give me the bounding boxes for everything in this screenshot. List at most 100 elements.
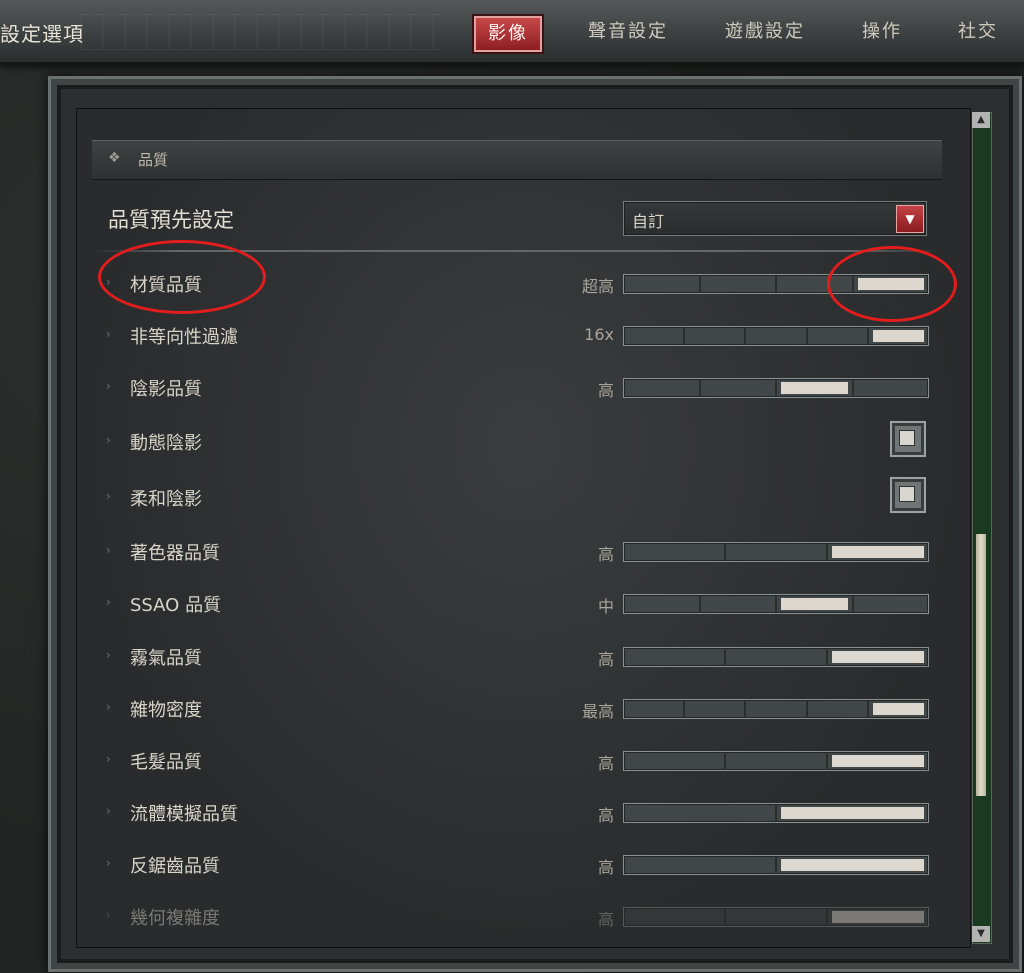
slider-segment[interactable]: [805, 700, 867, 718]
setting-value: 高: [597, 806, 614, 825]
setting-checkbox[interactable]: [890, 421, 926, 457]
slider-segment[interactable]: [624, 327, 683, 345]
slider-handle[interactable]: [775, 804, 928, 822]
quality-slider[interactable]: [623, 907, 929, 927]
tab-gameplay[interactable]: 遊戲設定: [725, 16, 805, 48]
chevron-right-icon: ›: [106, 856, 111, 870]
chevron-right-icon: ›: [106, 543, 111, 557]
setting-label: 幾何複雜度: [130, 908, 220, 929]
chevron-right-icon: ›: [106, 379, 111, 393]
slider-handle[interactable]: [826, 543, 928, 561]
setting-row: › 流體模擬品質 高: [92, 792, 940, 832]
quality-preset-dropdown[interactable]: 自訂 ▼: [623, 201, 927, 236]
quality-preset-value: 自訂: [632, 212, 665, 231]
slider-segment[interactable]: [698, 595, 776, 613]
slider-handle[interactable]: [775, 856, 928, 874]
setting-label: 動態陰影: [130, 433, 202, 454]
slider-segment[interactable]: [851, 595, 929, 613]
chevron-right-icon: ›: [106, 804, 111, 818]
slider-segment[interactable]: [744, 700, 805, 718]
slider-segment[interactable]: [624, 700, 683, 718]
setting-value: 中: [597, 597, 614, 616]
slider-handle[interactable]: [866, 700, 928, 718]
tab-video[interactable]: 影像: [474, 16, 542, 52]
setting-row: › 柔和陰影: [92, 477, 940, 517]
section-header: [92, 140, 942, 180]
slider-handle[interactable]: [826, 908, 928, 926]
annotation-circle-label: [98, 240, 266, 314]
setting-label: 非等向性過濾: [130, 327, 238, 348]
setting-checkbox[interactable]: [890, 477, 926, 513]
quality-slider[interactable]: [623, 751, 929, 771]
setting-row: › 雜物密度 最高: [92, 688, 940, 728]
tab-controls[interactable]: 操作: [862, 16, 902, 48]
slider-segment[interactable]: [698, 275, 776, 293]
slider-handle[interactable]: [775, 379, 852, 397]
setting-label: 毛髮品質: [130, 752, 202, 773]
slider-segment[interactable]: [744, 327, 805, 345]
chevron-right-icon: ›: [106, 433, 111, 447]
slider-segment[interactable]: [724, 543, 826, 561]
setting-value: 高: [597, 754, 614, 773]
setting-row: › SSAO 品質 中: [92, 583, 940, 623]
setting-value: 高: [597, 545, 614, 564]
slider-handle[interactable]: [866, 327, 928, 345]
quality-slider[interactable]: [623, 699, 929, 719]
slider-handle[interactable]: [826, 752, 928, 770]
tab-social[interactable]: 社交: [958, 16, 998, 48]
quality-slider[interactable]: [623, 542, 929, 562]
ornament-band: [80, 14, 440, 50]
setting-value: 高: [597, 381, 614, 400]
slider-segment[interactable]: [851, 379, 929, 397]
slider-segment[interactable]: [724, 648, 826, 666]
scrollbar-track[interactable]: [972, 112, 992, 944]
setting-label: 霧氣品質: [130, 648, 202, 669]
slider-segment[interactable]: [683, 327, 744, 345]
setting-row: › 陰影品質 高: [92, 367, 940, 407]
chevron-right-icon: ›: [106, 595, 111, 609]
slider-segment[interactable]: [683, 700, 744, 718]
dropdown-arrow-icon[interactable]: ▼: [896, 205, 924, 233]
setting-label: 陰影品質: [130, 379, 202, 400]
slider-segment[interactable]: [724, 752, 826, 770]
slider-segment[interactable]: [698, 379, 776, 397]
slider-segment[interactable]: [624, 856, 775, 874]
quality-slider[interactable]: [623, 803, 929, 823]
setting-value: 高: [597, 858, 614, 877]
chevron-right-icon: ›: [106, 489, 111, 503]
quality-slider[interactable]: [623, 647, 929, 667]
quality-slider[interactable]: [623, 855, 929, 875]
slider-segment[interactable]: [624, 648, 724, 666]
scroll-down-arrow-icon[interactable]: ▼: [972, 926, 990, 942]
setting-row: › 著色器品質 高: [92, 531, 940, 571]
quality-preset-label: 品質預先設定: [108, 208, 234, 232]
quality-slider[interactable]: [623, 326, 929, 346]
slider-segment[interactable]: [624, 275, 699, 293]
page-title: 設定選項: [0, 22, 84, 46]
tab-sound[interactable]: 聲音設定: [588, 16, 668, 48]
slider-segment[interactable]: [624, 595, 699, 613]
scrollbar-thumb[interactable]: [976, 534, 986, 796]
setting-label: 雜物密度: [130, 700, 202, 721]
setting-value: 最高: [581, 702, 614, 721]
annotation-circle-slider: [827, 246, 957, 322]
slider-segment[interactable]: [624, 908, 724, 926]
chevron-right-icon: ›: [106, 648, 111, 662]
slider-segment[interactable]: [624, 543, 724, 561]
scroll-up-arrow-icon[interactable]: ▲: [972, 112, 990, 128]
setting-label: 流體模擬品質: [130, 804, 238, 825]
slider-segment[interactable]: [805, 327, 867, 345]
slider-segment[interactable]: [624, 804, 775, 822]
slider-segment[interactable]: [724, 908, 826, 926]
setting-label: 反鋸齒品質: [130, 856, 220, 877]
slider-segment[interactable]: [624, 379, 699, 397]
quality-slider[interactable]: [623, 594, 929, 614]
diamond-ornament-icon: ❖: [108, 150, 121, 166]
quality-slider[interactable]: [623, 378, 929, 398]
slider-segment[interactable]: [624, 752, 724, 770]
setting-row: › 動態陰影: [92, 421, 940, 461]
setting-value: 高: [597, 650, 614, 669]
setting-row: › 毛髮品質 高: [92, 740, 940, 780]
slider-handle[interactable]: [775, 595, 852, 613]
slider-handle[interactable]: [826, 648, 928, 666]
